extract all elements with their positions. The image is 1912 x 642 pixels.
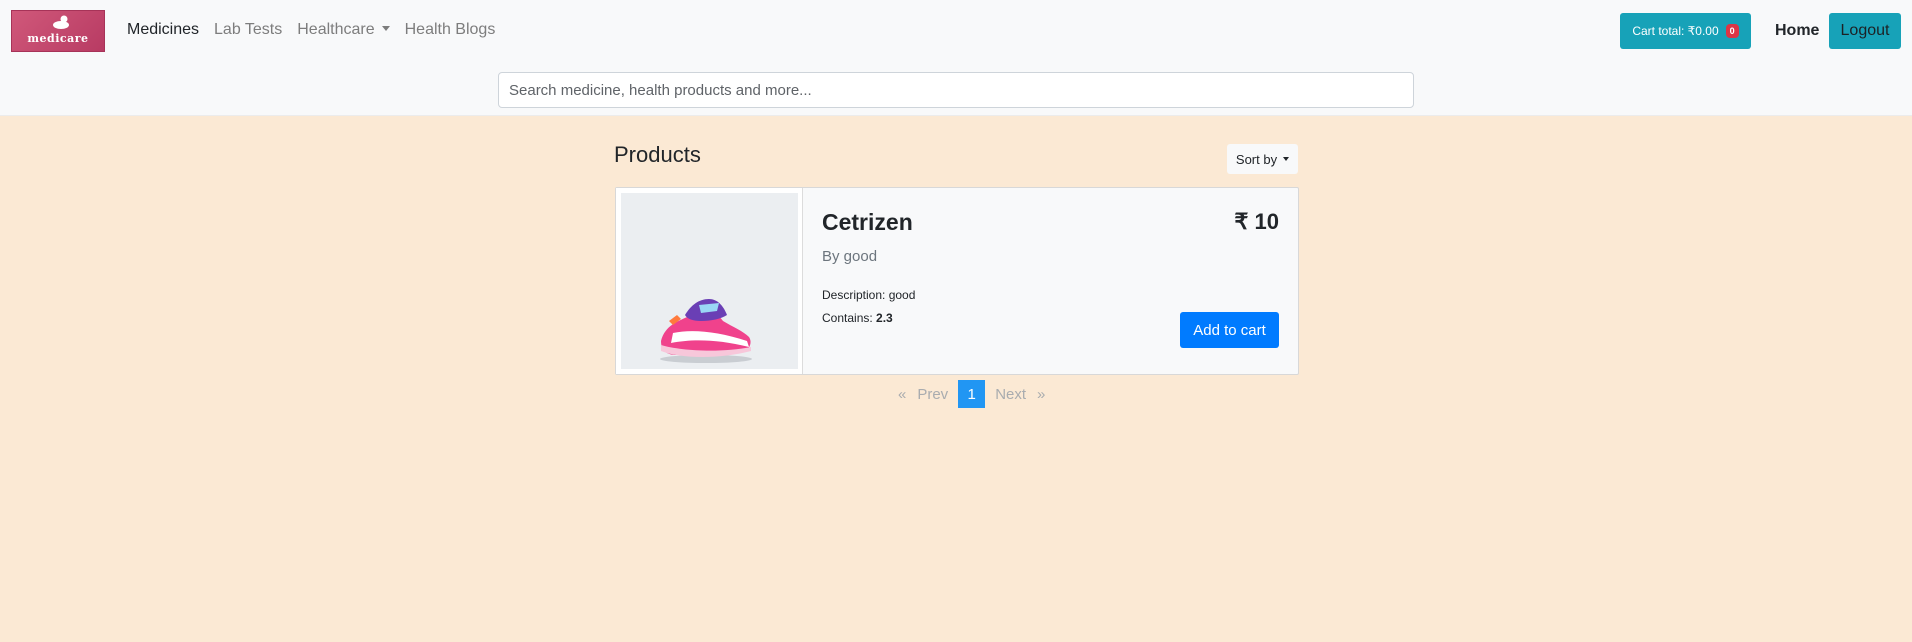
- pagination-first[interactable]: «: [898, 386, 906, 403]
- contains-value: 2.3: [876, 311, 893, 325]
- nav-links: Medicines Lab Tests Healthcare Health Bl…: [127, 21, 510, 39]
- logo-text: medicare: [27, 32, 89, 45]
- product-image[interactable]: [621, 193, 798, 369]
- cart-total-label: Cart total: ₹0.00: [1632, 24, 1719, 38]
- navbar: medicare Medicines Lab Tests Healthcare …: [0, 0, 1912, 116]
- nav-healthcare-label: Healthcare: [297, 21, 375, 38]
- logout-button[interactable]: Logout: [1829, 13, 1901, 49]
- product-price: ₹ 10: [1234, 209, 1279, 234]
- product-name[interactable]: Cetrizen: [822, 209, 913, 236]
- product-card: Cetrizen ₹ 10 By good Description: good …: [615, 187, 1299, 375]
- pagination-page-1[interactable]: 1: [958, 380, 986, 408]
- pagination: « Prev 1 Next »: [898, 380, 1045, 408]
- product-manufacturer: By good: [822, 248, 878, 265]
- sort-by-dropdown[interactable]: Sort by: [1227, 144, 1298, 174]
- nav-healthcare-dropdown[interactable]: Healthcare: [297, 21, 390, 39]
- add-to-cart-button[interactable]: Add to cart: [1180, 312, 1279, 348]
- brand-logo[interactable]: medicare: [11, 10, 105, 52]
- page-title: Products: [614, 142, 701, 167]
- chevron-down-icon: [381, 26, 390, 31]
- home-link[interactable]: Home: [1775, 22, 1819, 40]
- product-image-frame: [616, 188, 803, 374]
- nav-health-blogs[interactable]: Health Blogs: [405, 21, 496, 39]
- chevron-down-icon: [1283, 157, 1290, 161]
- nav-medicines[interactable]: Medicines: [127, 21, 199, 39]
- pagination-prev[interactable]: Prev: [917, 386, 948, 403]
- cart-total-button[interactable]: Cart total: ₹0.00 0: [1620, 13, 1751, 49]
- product-contains: Contains: 2.3: [822, 311, 893, 325]
- contains-label: Contains:: [822, 311, 877, 325]
- pagination-last[interactable]: »: [1037, 386, 1045, 403]
- sort-by-label: Sort by: [1235, 151, 1278, 167]
- search-input[interactable]: [498, 72, 1414, 108]
- nav-lab-tests[interactable]: Lab Tests: [214, 21, 282, 39]
- shoe-image-icon: [660, 299, 752, 363]
- pagination-next[interactable]: Next: [995, 386, 1026, 403]
- logo-mark-icon: [53, 15, 69, 29]
- cart-count-badge: 0: [1725, 24, 1739, 38]
- product-description: Description: good: [822, 288, 916, 302]
